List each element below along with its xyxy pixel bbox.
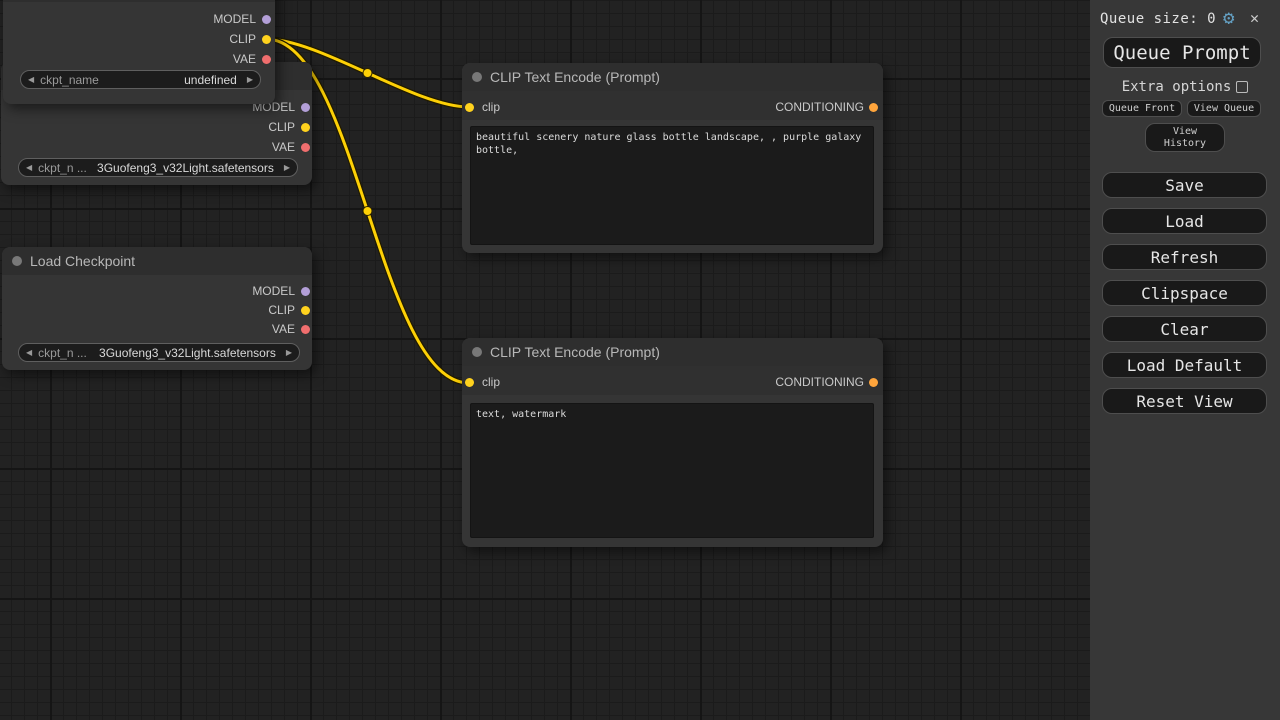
clip-text-encode-node-positive[interactable]: CLIP Text Encode (Prompt) clip CONDITION… bbox=[462, 63, 883, 253]
node-title-bar[interactable] bbox=[3, 0, 275, 2]
close-icon[interactable]: ✕ bbox=[1250, 9, 1259, 27]
view-history-button[interactable]: View History bbox=[1145, 123, 1225, 152]
node-title: Load Checkpoint bbox=[30, 253, 135, 269]
load-default-button[interactable]: Load Default bbox=[1102, 352, 1267, 378]
widget-left-arrow-icon[interactable]: ◀ bbox=[26, 158, 32, 177]
load-checkpoint-node[interactable]: Load Checkpoint MODEL CLIP VAE ◀ ckpt_n … bbox=[2, 247, 312, 370]
output-label: MODEL bbox=[213, 10, 256, 28]
conditioning-output-dot[interactable] bbox=[869, 103, 878, 112]
conditioning-output-dot[interactable] bbox=[869, 378, 878, 387]
ckpt-name-widget[interactable]: ◀ ckpt_n ... 3Guofeng3_v32Light.safetens… bbox=[18, 343, 300, 362]
clip-output-dot[interactable] bbox=[301, 123, 310, 132]
node-title-bar[interactable]: CLIP Text Encode (Prompt) bbox=[462, 63, 883, 91]
comfy-menu-panel: Queue size: 0 ⚙ ✕ Queue Prompt Extra opt… bbox=[1090, 0, 1280, 720]
queue-size-label: Queue size: bbox=[1100, 11, 1198, 27]
widget-left-arrow-icon[interactable]: ◀ bbox=[28, 70, 34, 89]
load-button[interactable]: Load bbox=[1102, 208, 1267, 234]
node-collapse-dot[interactable] bbox=[472, 72, 482, 82]
output-label: VAE bbox=[272, 138, 295, 156]
queue-prompt-button[interactable]: Queue Prompt bbox=[1103, 37, 1261, 68]
view-queue-button[interactable]: View Queue bbox=[1187, 100, 1261, 117]
output-label: VAE bbox=[272, 320, 295, 338]
ckpt-name-widget[interactable]: ◀ ckpt_n ... 3Guofeng3_v32Light.safetens… bbox=[18, 158, 298, 177]
node-title: CLIP Text Encode (Prompt) bbox=[490, 69, 660, 85]
settings-gear-icon[interactable]: ⚙ bbox=[1223, 7, 1234, 29]
clear-button[interactable]: Clear bbox=[1102, 316, 1267, 342]
extra-options-label: Extra options bbox=[1122, 79, 1232, 95]
vae-output-dot[interactable] bbox=[262, 55, 271, 64]
model-output-dot[interactable] bbox=[301, 287, 310, 296]
queue-size-status: Queue size: 0 bbox=[1100, 11, 1216, 27]
node-graph-canvas[interactable]: MODEL CLIP VAE ◀ ckpt_n ... 3Guofeng3_v3… bbox=[0, 0, 1090, 720]
model-output-dot[interactable] bbox=[301, 103, 310, 112]
ckpt-name-widget[interactable]: ◀ ckpt_name undefined ▶ bbox=[20, 70, 261, 89]
node-title-bar[interactable]: CLIP Text Encode (Prompt) bbox=[462, 338, 883, 366]
prompt-textarea[interactable]: beautiful scenery nature glass bottle la… bbox=[470, 126, 874, 245]
vae-output-dot[interactable] bbox=[301, 143, 310, 152]
checkpoint-node-top[interactable]: MODEL CLIP VAE ◀ ckpt_name undefined ▶ bbox=[3, 0, 275, 104]
node-title: CLIP Text Encode (Prompt) bbox=[490, 344, 660, 360]
output-label: CONDITIONING bbox=[775, 373, 864, 391]
link-midpoint-dot[interactable] bbox=[363, 207, 372, 216]
widget-name: ckpt_n ... bbox=[38, 161, 87, 175]
view-history-line1: View bbox=[1173, 126, 1197, 138]
refresh-button[interactable]: Refresh bbox=[1102, 244, 1267, 270]
output-label: VAE bbox=[233, 50, 256, 68]
extra-options-checkbox[interactable] bbox=[1236, 81, 1248, 93]
widget-left-arrow-icon[interactable]: ◀ bbox=[26, 343, 32, 362]
vae-output-dot[interactable] bbox=[301, 325, 310, 334]
save-button[interactable]: Save bbox=[1102, 172, 1267, 198]
output-label: CLIP bbox=[268, 301, 295, 319]
widget-name: ckpt_n ... bbox=[38, 346, 87, 360]
output-label: CLIP bbox=[229, 30, 256, 48]
extra-options-row: Extra options bbox=[1090, 78, 1280, 96]
queue-front-button[interactable]: Queue Front bbox=[1102, 100, 1182, 117]
widget-right-arrow-icon[interactable]: ▶ bbox=[284, 158, 290, 177]
node-collapse-dot[interactable] bbox=[12, 256, 22, 266]
widget-value: 3Guofeng3_v32Light.safetensors bbox=[93, 346, 276, 360]
clip-output-dot[interactable] bbox=[301, 306, 310, 315]
queue-size-value: 0 bbox=[1207, 11, 1216, 27]
clip-output-dot[interactable] bbox=[262, 35, 271, 44]
widget-value: undefined bbox=[105, 73, 237, 87]
widget-value: 3Guofeng3_v32Light.safetensors bbox=[93, 161, 274, 175]
node-title-bar[interactable]: Load Checkpoint bbox=[2, 247, 312, 275]
link-midpoint-dot[interactable] bbox=[363, 69, 372, 78]
output-label: CONDITIONING bbox=[775, 98, 864, 116]
input-label: clip bbox=[482, 373, 500, 391]
widget-right-arrow-icon[interactable]: ▶ bbox=[286, 343, 292, 362]
model-output-dot[interactable] bbox=[262, 15, 271, 24]
clip-input-dot[interactable] bbox=[465, 103, 474, 112]
widget-right-arrow-icon[interactable]: ▶ bbox=[247, 70, 253, 89]
clip-input-dot[interactable] bbox=[465, 378, 474, 387]
widget-name: ckpt_name bbox=[40, 73, 99, 87]
view-history-line2: History bbox=[1164, 138, 1206, 150]
reset-view-button[interactable]: Reset View bbox=[1102, 388, 1267, 414]
node-collapse-dot[interactable] bbox=[472, 347, 482, 357]
clipspace-button[interactable]: Clipspace bbox=[1102, 280, 1267, 306]
output-label: MODEL bbox=[252, 282, 295, 300]
input-label: clip bbox=[482, 98, 500, 116]
prompt-textarea[interactable]: text, watermark bbox=[470, 403, 874, 538]
clip-text-encode-node-negative[interactable]: CLIP Text Encode (Prompt) clip CONDITION… bbox=[462, 338, 883, 547]
output-label: CLIP bbox=[268, 118, 295, 136]
